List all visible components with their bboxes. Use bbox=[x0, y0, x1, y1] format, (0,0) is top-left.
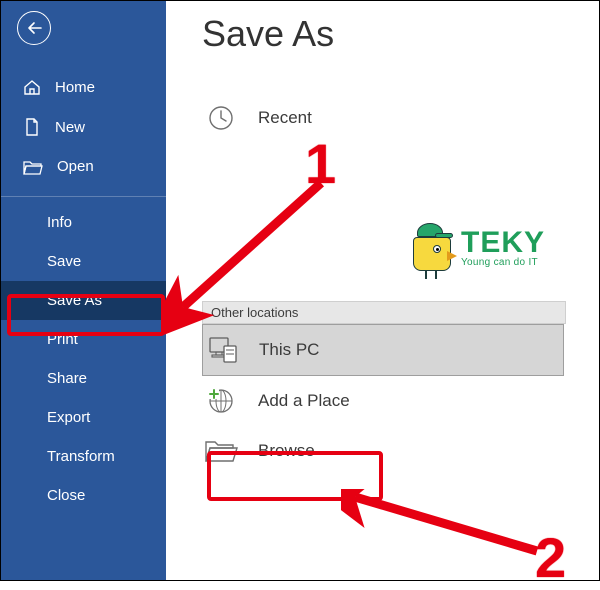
sidebar-item-label: Print bbox=[47, 331, 78, 348]
sidebar-item-label: Save bbox=[47, 253, 81, 270]
add-place-icon bbox=[204, 386, 238, 416]
sidebar-item-label: Share bbox=[47, 370, 87, 387]
sidebar-item-label: Export bbox=[47, 409, 90, 426]
sidebar-item-label: Info bbox=[47, 214, 72, 231]
browse-button[interactable]: Browse bbox=[202, 426, 564, 476]
sidebar-divider bbox=[1, 196, 166, 197]
this-pc-icon bbox=[205, 335, 239, 365]
sidebar-item-close[interactable]: Close bbox=[1, 476, 166, 515]
sidebar-item-label: Transform bbox=[47, 448, 115, 465]
add-a-place-label: Add a Place bbox=[258, 391, 350, 411]
sidebar-item-transform[interactable]: Transform bbox=[1, 437, 166, 476]
page-title: Save As bbox=[202, 13, 599, 55]
add-a-place-button[interactable]: Add a Place bbox=[202, 376, 564, 426]
backstage-sidebar: Home New Open Info Save Save As Print Sh… bbox=[1, 1, 166, 580]
this-pc-label: This PC bbox=[259, 340, 319, 360]
folder-open-icon bbox=[204, 436, 238, 466]
other-locations-header: Other locations bbox=[202, 301, 566, 324]
recent-button[interactable]: Recent bbox=[202, 93, 564, 143]
back-button[interactable] bbox=[17, 11, 51, 45]
sidebar-item-home[interactable]: Home bbox=[1, 67, 166, 107]
sidebar-item-print[interactable]: Print bbox=[1, 320, 166, 359]
this-pc-button[interactable]: This PC bbox=[202, 324, 564, 376]
new-doc-icon bbox=[23, 118, 41, 136]
save-as-panel: Save As Recent Other locations This PC A… bbox=[166, 1, 599, 580]
sidebar-item-export[interactable]: Export bbox=[1, 398, 166, 437]
sidebar-item-info[interactable]: Info bbox=[1, 203, 166, 242]
sidebar-item-share[interactable]: Share bbox=[1, 359, 166, 398]
sidebar-item-label: New bbox=[55, 119, 85, 136]
sidebar-item-saveas[interactable]: Save As bbox=[1, 281, 166, 320]
sidebar-item-new[interactable]: New bbox=[1, 107, 166, 147]
sidebar-item-label: Open bbox=[57, 158, 94, 175]
home-icon bbox=[23, 78, 41, 96]
recent-label: Recent bbox=[258, 108, 312, 128]
folder-open-icon bbox=[23, 159, 43, 175]
sidebar-item-label: Home bbox=[55, 79, 95, 96]
sidebar-item-save[interactable]: Save bbox=[1, 242, 166, 281]
sidebar-item-label: Save As bbox=[47, 292, 102, 309]
sidebar-item-open[interactable]: Open bbox=[1, 147, 166, 186]
arrow-left-icon bbox=[25, 19, 43, 37]
clock-icon bbox=[204, 103, 238, 133]
sidebar-item-label: Close bbox=[47, 487, 85, 504]
browse-label: Browse bbox=[258, 441, 315, 461]
